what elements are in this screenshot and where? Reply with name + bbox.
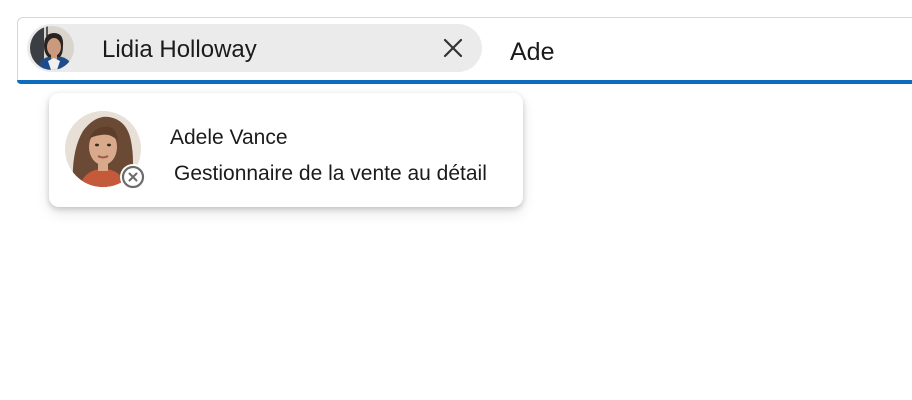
person-avatar-icon bbox=[30, 26, 74, 70]
presence-offline-icon bbox=[121, 165, 145, 189]
selected-person-chip[interactable]: Lidia Holloway bbox=[27, 24, 482, 72]
suggestion-item[interactable]: Adele Vance Gestionnaire de la vente au … bbox=[49, 93, 523, 207]
search-query-text[interactable]: Ade bbox=[510, 37, 554, 67]
input-focus-underline bbox=[17, 80, 912, 84]
suggestions-dropdown: Adele Vance Gestionnaire de la vente au … bbox=[49, 93, 523, 207]
suggestion-role: Gestionnaire de la vente au détail bbox=[174, 162, 487, 185]
suggestion-name: Adele Vance bbox=[170, 126, 288, 149]
close-icon[interactable] bbox=[441, 36, 465, 60]
lidia-avatar bbox=[30, 26, 74, 70]
people-picker-page: Lidia Holloway Ade Adele Vance Gestionna… bbox=[0, 0, 912, 400]
presence-badge bbox=[120, 164, 146, 190]
remove-person-button[interactable] bbox=[441, 36, 465, 60]
selected-person-name: Lidia Holloway bbox=[102, 36, 257, 63]
